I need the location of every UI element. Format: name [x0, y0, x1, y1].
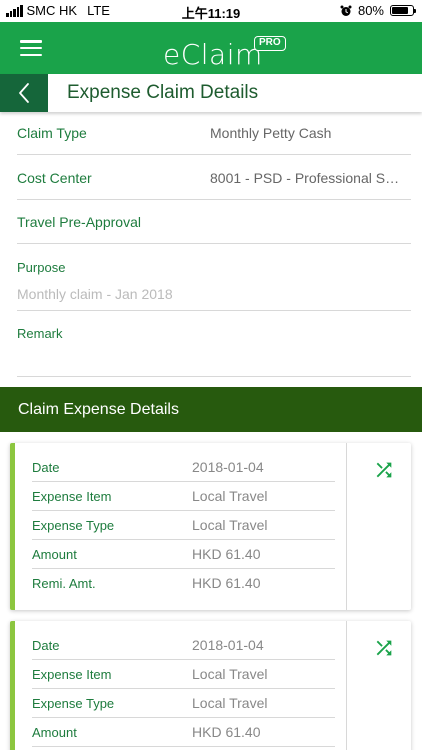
expense-card[interactable]: Date 2018-01-04 Expense Item Local Trave… [10, 443, 411, 610]
shuffle-icon[interactable] [373, 459, 395, 481]
expense-row: Expense Type Local Travel [32, 689, 335, 718]
expense-row: Expense Item Local Travel [32, 660, 335, 689]
remark-label: Remark [17, 326, 63, 341]
cost-center-label: Cost Center [17, 170, 92, 186]
purpose-row[interactable]: Purpose Monthly claim - Jan 2018 [17, 244, 411, 311]
page-title: Expense Claim Details [67, 82, 259, 103]
expense-row: Amount HKD 61.40 [32, 540, 335, 569]
expense-label: Expense Type [32, 518, 115, 533]
logo-text: eClaim [163, 38, 263, 71]
expense-label: Amount [32, 725, 77, 740]
menu-icon[interactable] [20, 40, 42, 56]
expense-value: Local Travel [192, 695, 268, 711]
status-right: 80% [340, 3, 416, 18]
cost-center-row[interactable]: Cost Center 8001 - PSD - Professional Se… [17, 155, 411, 200]
expense-row: Remi. Amt. HKD 61.40 [32, 569, 335, 598]
expense-value: HKD 61.40 [192, 546, 261, 562]
travel-pre-approval-label: Travel Pre-Approval [17, 214, 141, 230]
cost-center-value: 8001 - PSD - Professional Services [210, 170, 406, 186]
card-divider [346, 443, 347, 610]
expense-value: Local Travel [192, 517, 268, 533]
travel-pre-approval-row[interactable]: Travel Pre-Approval [17, 200, 411, 244]
purpose-value: Monthly claim - Jan 2018 [17, 286, 173, 302]
alarm-icon [340, 5, 352, 16]
app-logo: eClaim PRO [163, 32, 286, 71]
expense-value: Local Travel [192, 666, 268, 682]
shuffle-icon[interactable] [373, 637, 395, 659]
expense-value: HKD 61.40 [192, 724, 261, 740]
status-bar: SMC HK LTE 上午11:19 80% [0, 0, 422, 22]
expense-label: Expense Type [32, 696, 115, 711]
card-divider [346, 621, 347, 750]
app-bar: eClaim PRO [0, 22, 422, 74]
remark-row[interactable]: Remark [17, 311, 411, 377]
section-title: Claim Expense Details [18, 401, 179, 418]
expense-card[interactable]: Date 2018-01-04 Expense Item Local Trave… [10, 621, 411, 750]
claim-type-row[interactable]: Claim Type Monthly Petty Cash [17, 112, 411, 155]
expense-row: Date 2018-01-04 [32, 631, 335, 660]
battery-icon [390, 5, 416, 16]
title-bar: Expense Claim Details [0, 74, 422, 112]
expense-row: Date 2018-01-04 [32, 453, 335, 482]
back-button[interactable] [0, 74, 48, 112]
expense-value: HKD 61.40 [192, 575, 261, 591]
purpose-label: Purpose [17, 260, 66, 275]
expense-label: Remi. Amt. [32, 576, 96, 591]
expense-value: 2018-01-04 [192, 459, 264, 475]
expense-label: Date [32, 638, 60, 653]
claim-type-value: Monthly Petty Cash [210, 125, 332, 141]
expense-row: Amount HKD 61.40 [32, 718, 335, 747]
expense-label: Expense Item [32, 489, 112, 504]
expense-label: Amount [32, 547, 77, 562]
claim-type-label: Claim Type [17, 125, 87, 141]
expense-row: Expense Type Local Travel [32, 511, 335, 540]
chevron-left-icon [19, 83, 29, 103]
expense-row: Expense Item Local Travel [32, 482, 335, 511]
expense-label: Date [32, 460, 60, 475]
section-header: Claim Expense Details [0, 387, 422, 432]
battery-fill [392, 7, 408, 14]
expense-value: 2018-01-04 [192, 637, 264, 653]
logo-pro-badge: PRO [254, 36, 286, 51]
expense-label: Expense Item [32, 667, 112, 682]
battery-percent: 80% [357, 3, 384, 18]
expense-value: Local Travel [192, 488, 268, 504]
